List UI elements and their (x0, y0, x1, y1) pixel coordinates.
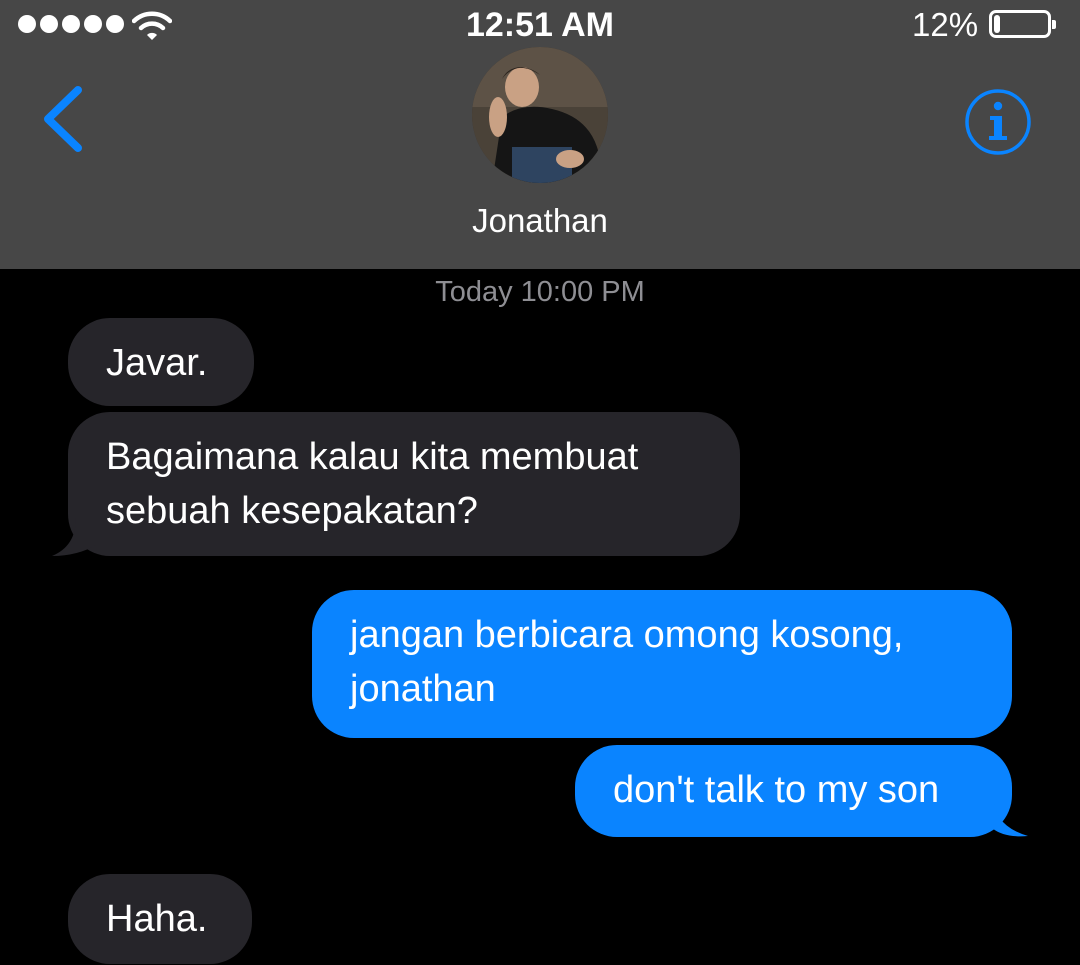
chevron-left-icon[interactable] (38, 84, 88, 154)
contact-name[interactable]: Jonathan (0, 202, 1080, 240)
incoming-message-bubble[interactable]: Bagaimana kalau kita membuat sebuah kese… (68, 412, 740, 556)
bubble-tail (52, 518, 98, 556)
conversation-timestamp: Today 10:00 PM (435, 276, 645, 308)
outgoing-message-bubble[interactable]: don't talk to my son (575, 745, 1012, 837)
battery-percentage: 12% (912, 6, 979, 43)
battery-icon (989, 10, 1056, 38)
incoming-message-bubble[interactable]: Javar. (68, 318, 254, 406)
avatar-photo (472, 47, 608, 183)
chat-header: 12:51 AM 12% Jonathan (0, 0, 1080, 269)
outgoing-message-bubble[interactable]: jangan berbicara omong kosong, jonathan (312, 590, 1012, 738)
info-icon[interactable] (964, 88, 1032, 156)
contact-avatar[interactable] (472, 47, 608, 183)
status-bar: 12:51 AM 12% (0, 0, 1080, 50)
incoming-message-bubble[interactable]: Haha. (68, 874, 252, 964)
bubble-tail (992, 798, 1028, 837)
battery-level (994, 15, 1000, 33)
